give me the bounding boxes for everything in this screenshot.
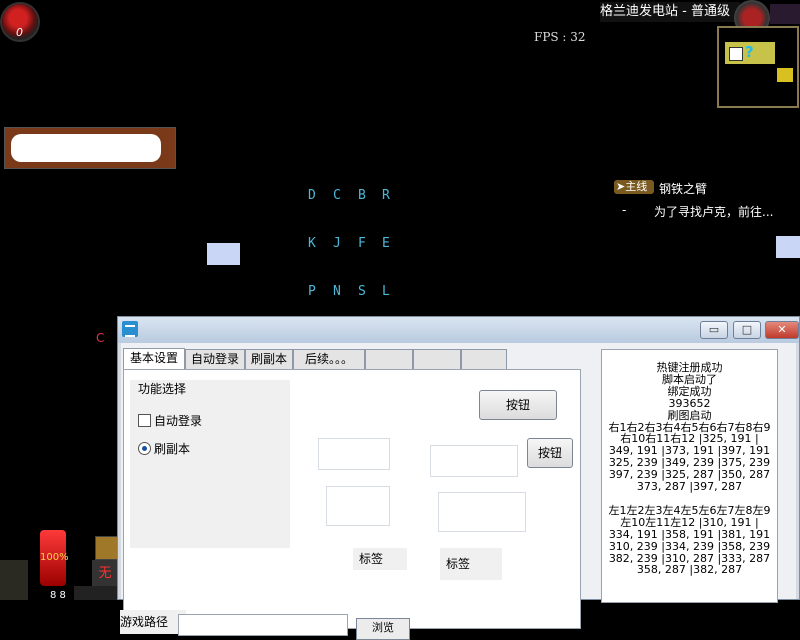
wu-label: 无: [92, 560, 118, 588]
c-mark: C: [96, 331, 105, 345]
player-orb: 0: [2, 4, 38, 40]
game-path-label: 游戏路径: [120, 610, 186, 634]
action-button-2[interactable]: 按钮: [527, 438, 573, 468]
hp-percent: 100%: [40, 552, 69, 563]
small-number: 8 8: [50, 590, 66, 601]
dungeon-label[interactable]: 刷副本: [154, 440, 190, 457]
text-box-2[interactable]: [326, 486, 390, 526]
function-group: 功能选择 自动登录 刷副本: [130, 380, 290, 548]
quest-description[interactable]: 为了寻找卢克，前往...: [654, 203, 773, 220]
text-box-3[interactable]: [430, 445, 518, 477]
item-slot-icon[interactable]: [95, 536, 119, 560]
glyph-r2c2: S: [358, 284, 366, 299]
quest-title[interactable]: 钢铁之臂: [659, 180, 707, 197]
player-level: 0: [16, 26, 23, 39]
name-plate-mask: [11, 134, 161, 162]
highlight-box: [776, 236, 800, 258]
game-path-input[interactable]: [178, 614, 348, 636]
title-bar[interactable]: ▭ □ ✕: [118, 317, 799, 343]
glyph-r1c3: E: [382, 236, 390, 251]
server-title: 格兰迪发电站 - 普通级: [600, 2, 740, 22]
player-name-plate: [4, 127, 176, 169]
maximize-button[interactable]: □: [733, 321, 761, 339]
glyph-r2c3: L: [382, 284, 390, 299]
tab-panel: 功能选择 自动登录 刷副本 按钮 按钮 标签 标签 游戏路径 浏览: [120, 369, 581, 640]
fps-counter: FPS : 32: [534, 30, 586, 44]
tab-followup[interactable]: 后续。。。: [293, 349, 365, 369]
glyph-r0c3: R: [382, 188, 390, 203]
tab-empty-3[interactable]: [461, 349, 507, 369]
text-box-4[interactable]: [438, 492, 526, 532]
glyph-r2c1: N: [333, 284, 341, 299]
tab-dungeon[interactable]: 刷副本: [245, 349, 293, 369]
log-line: 左1左2左3左4左5左6左7左8左9: [608, 503, 771, 517]
minimap-room: ?: [725, 42, 775, 64]
quest-badge-label: 主线: [625, 180, 648, 193]
tab-basic-settings[interactable]: 基本设置: [123, 348, 185, 370]
quest-arrow-icon: ➤: [616, 180, 626, 193]
glyph-r0c1: C: [333, 188, 341, 203]
log-line: 393652: [668, 396, 711, 410]
stone-frame: [0, 560, 28, 600]
glyph-r1c1: J: [333, 236, 341, 251]
radio-selected-dot: [142, 446, 147, 451]
glyph-r0c0: D: [308, 188, 316, 203]
window-client: 基本设置 自动登录 刷副本 后续。。。 功能选择 自动登录 刷副本 按钮 按钮 …: [120, 343, 796, 640]
log-line: 左10左11左12 |310, 191 |: [620, 515, 759, 529]
tab-empty-1[interactable]: [365, 349, 413, 369]
boss-icon: [777, 68, 793, 82]
tab-auto-login[interactable]: 自动登录: [185, 349, 245, 369]
label-2: 标签: [440, 548, 502, 580]
question-mark-icon: ?: [745, 43, 754, 61]
log-panel[interactable]: 热键注册成功 脚本启动了 绑定成功 393652 刷图启动 右1右2右3右4右5右6右7右…: [601, 349, 778, 603]
quest-dash: -: [622, 203, 627, 217]
browse-button[interactable]: 浏览: [356, 618, 410, 640]
highlight-box: [207, 243, 240, 265]
glyph-r1c2: F: [358, 236, 366, 251]
log-line: 310, 239 |334, 239 |358, 239: [608, 539, 771, 553]
auto-login-label[interactable]: 自动登录: [154, 412, 202, 429]
label-1: 标签: [353, 548, 407, 570]
top-right-bar: [770, 4, 800, 24]
log-line: 刷图启动: [667, 408, 712, 422]
group-title: 功能选择: [138, 382, 187, 396]
log-line: 334, 191 |358, 191 |381, 191: [608, 527, 771, 541]
minimize-button[interactable]: ▭: [700, 321, 728, 339]
text-box-1[interactable]: [318, 438, 390, 470]
quest-badge[interactable]: ➤主线: [614, 180, 654, 194]
glyph-r0c2: B: [358, 188, 366, 203]
log-line: 358, 287 |382, 287: [636, 563, 743, 577]
tool-window: ▭ □ ✕ 基本设置 自动登录 刷副本 后续。。。 功能选择 自动登录 刷副本: [117, 316, 800, 640]
action-button-1[interactable]: 按钮: [479, 390, 557, 420]
app-icon: [122, 321, 138, 337]
auto-login-checkbox[interactable]: [138, 414, 151, 427]
skill-strip: [74, 586, 120, 600]
minimap[interactable]: ?: [717, 26, 799, 108]
close-button[interactable]: ✕: [765, 321, 799, 339]
log-line: 绑定成功: [667, 384, 712, 398]
dungeon-radio[interactable]: [138, 442, 151, 455]
glyph-r2c0: P: [308, 284, 316, 299]
tab-empty-2[interactable]: [413, 349, 461, 369]
glyph-r1c0: K: [308, 236, 316, 251]
minimap-current-room: [729, 47, 743, 61]
